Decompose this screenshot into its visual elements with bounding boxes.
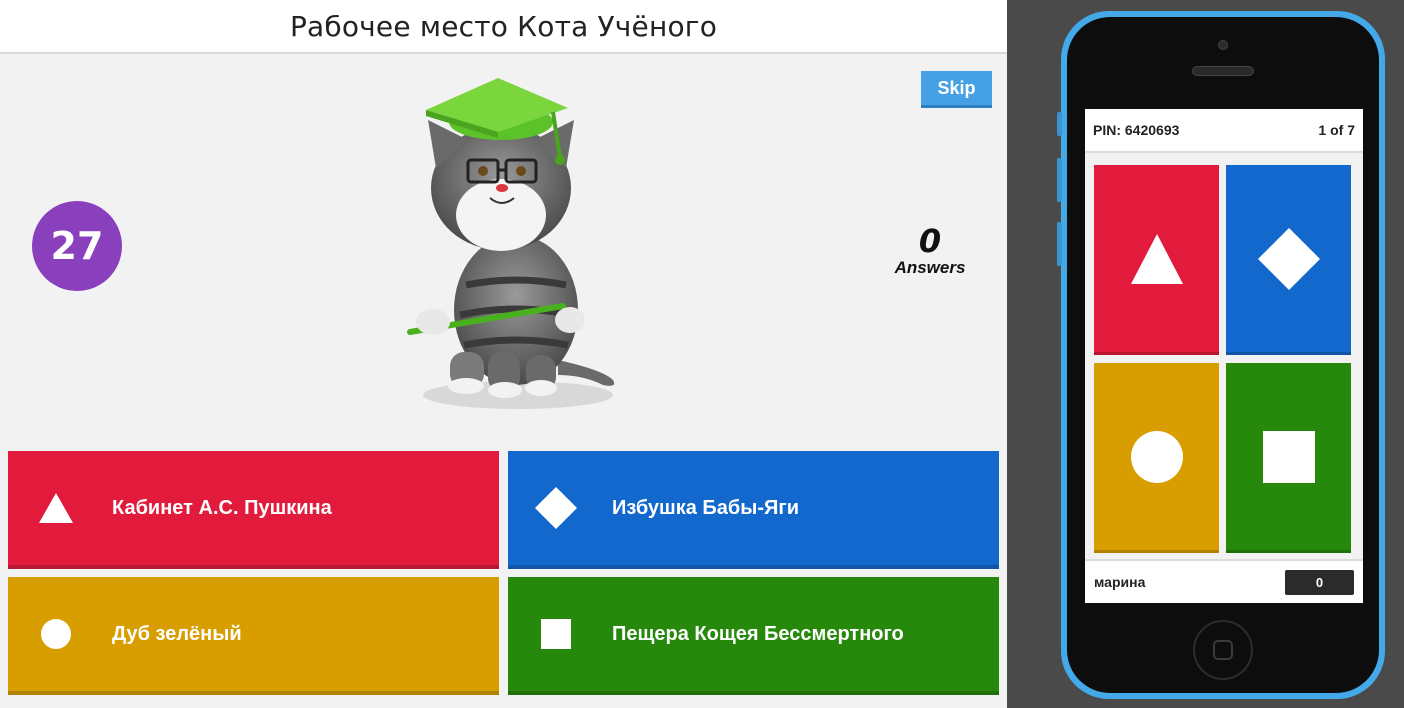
player-score: 0 (1285, 569, 1354, 595)
answer-option-red[interactable]: Кабинет А.С. Пушкина (8, 451, 499, 569)
answer-option-green[interactable]: Пещера Кощея Бессмертного (508, 577, 999, 695)
answers-count-label: Answers (894, 258, 966, 277)
phone-answer-blue[interactable] (1226, 165, 1351, 355)
phone-screen: PIN: 6420693 1 of 7 марина 0 (1085, 109, 1363, 603)
cat-scholar-illustration (407, 78, 615, 409)
circle-icon (1130, 430, 1183, 483)
player-name: марина (1094, 574, 1146, 590)
phone-mute-switch (1057, 112, 1062, 136)
answer-option-label: Пещера Кощея Бессмертного (612, 622, 904, 645)
triangle-icon (34, 486, 78, 530)
answers-counter: 0 Answers (880, 222, 980, 278)
triangle-icon (1130, 233, 1183, 284)
countdown-timer: 27 (32, 201, 122, 291)
answer-option-label: Кабинет А.С. Пушкина (112, 496, 332, 519)
phone-speaker (1192, 66, 1254, 76)
question-title: Рабочее место Кота Учёного (289, 9, 718, 43)
phone-home-button (1193, 620, 1253, 680)
phone-volume-up-button (1057, 158, 1062, 202)
diamond-icon (1257, 227, 1320, 290)
circle-icon (34, 612, 78, 656)
answers-count-value: 0 (918, 222, 942, 260)
game-pin: PIN: 6420693 (1093, 122, 1180, 138)
square-icon (1262, 430, 1315, 483)
phone-answer-green[interactable] (1226, 363, 1351, 553)
phone-footer: марина 0 (1085, 559, 1363, 603)
phone-answer-yellow[interactable] (1094, 363, 1219, 553)
phone-answer-red[interactable] (1094, 165, 1219, 355)
skip-button[interactable]: Skip (921, 71, 992, 108)
game-screen: Рабочее место Кота Учёного Skip 27 0 Ans… (0, 0, 1007, 708)
answer-option-blue[interactable]: Избушка Бабы-Яги (508, 451, 999, 569)
answer-option-label: Дуб зелёный (112, 622, 242, 645)
square-icon (534, 612, 578, 656)
phone-header: PIN: 6420693 1 of 7 (1085, 109, 1363, 153)
answer-option-yellow[interactable]: Дуб зелёный (8, 577, 499, 695)
diamond-icon (534, 486, 578, 530)
question-progress: 1 of 7 (1318, 122, 1355, 138)
phone-camera (1218, 40, 1228, 50)
answer-option-label: Избушка Бабы-Яги (612, 496, 799, 519)
phone-volume-down-button (1057, 222, 1062, 266)
question-title-bar: Рабочее место Кота Учёного (0, 0, 1007, 54)
